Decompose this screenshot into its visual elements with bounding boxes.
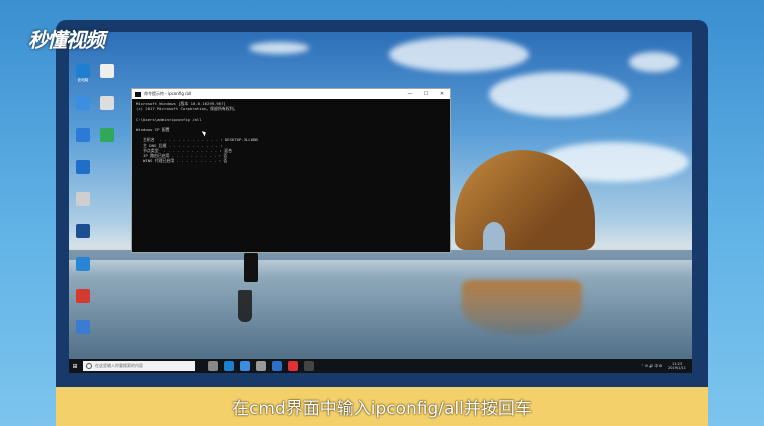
taskbar-app-icon[interactable] [208, 361, 218, 371]
app-icon [76, 128, 90, 142]
cloud [249, 42, 309, 54]
runner-silhouette [244, 250, 258, 282]
cmd-output[interactable]: Microsoft Windows [版本 10.0.16299.967] (c… [132, 99, 450, 165]
taskbar-app-icon[interactable] [224, 361, 234, 371]
app-icon [76, 224, 90, 238]
desktop-icon[interactable] [66, 320, 100, 350]
app-icon [76, 320, 90, 334]
cmd-title: 命令提示符 - ipconfig /all [144, 91, 192, 96]
desktop-icon[interactable] [90, 96, 124, 126]
desktop-icon[interactable] [66, 289, 100, 319]
taskbar-app-icon[interactable] [256, 361, 266, 371]
maximize-button[interactable]: ☐ [418, 91, 434, 97]
app-icon [76, 289, 90, 303]
runner-reflection [238, 290, 252, 322]
tray-icons[interactable]: ⌃ ✉ 🔊 中 ⊞ [641, 364, 662, 369]
system-tray: ⌃ ✉ 🔊 中 ⊞ 11:23 2019/1/11 [641, 362, 692, 370]
caption-text: 在cmd界面中输入ipconfig/all并按回车 [232, 399, 532, 419]
app-icon [76, 160, 90, 174]
taskbar-app-icon[interactable] [240, 361, 250, 371]
desktop-icon[interactable] [90, 128, 124, 158]
taskbar-app-icons [205, 361, 317, 371]
app-icon [100, 128, 114, 142]
windows-start-icon[interactable]: ⊞ [69, 359, 81, 373]
taskbar-app-icon[interactable] [288, 361, 298, 371]
search-input[interactable]: 在这里输入你要搜索的内容 [83, 361, 195, 371]
rock-arch [483, 222, 505, 250]
desktop-icon[interactable] [90, 64, 124, 94]
desktop-icon[interactable] [66, 257, 100, 287]
cloud [629, 52, 679, 72]
minimize-button[interactable]: — [402, 91, 418, 97]
clock[interactable]: 11:23 2019/1/11 [668, 362, 686, 370]
taskbar-app-icon[interactable] [272, 361, 282, 371]
taskbar: ⊞ 在这里输入你要搜索的内容 ⌃ ✉ 🔊 中 ⊞ 11:23 2019/1/11 [69, 359, 692, 373]
app-icon [100, 96, 114, 110]
app-icon [76, 96, 90, 110]
cmd-icon [135, 91, 141, 97]
taskbar-app-icon[interactable] [304, 361, 314, 371]
cmd-title-bar[interactable]: 命令提示符 - ipconfig /all — ☐ ✕ [132, 89, 450, 99]
search-icon [86, 363, 92, 369]
clock-date: 2019/1/11 [668, 366, 686, 370]
desktop-icon[interactable] [66, 192, 100, 222]
close-button[interactable]: ✕ [434, 91, 450, 97]
app-icon [76, 192, 90, 206]
app-icon [76, 257, 90, 271]
cmd-window[interactable]: 命令提示符 - ipconfig /all — ☐ ✕ Microsoft Wi… [131, 88, 451, 253]
rock-reflection [462, 280, 582, 335]
desktop-icon[interactable] [66, 160, 100, 190]
app-icon [100, 64, 114, 78]
desktop-icon[interactable] [66, 224, 100, 254]
desktop-icon-label: 此电脑 [77, 78, 89, 82]
app-icon [76, 64, 90, 78]
watermark-logo: 秒懂视频 [28, 28, 105, 52]
cloud [489, 72, 629, 117]
cmd-line: WINS 代理已启用 . . . . . . . . . : 否 [136, 158, 228, 164]
cloud [389, 37, 529, 72]
search-placeholder: 在这里输入你要搜索的内容 [95, 363, 143, 368]
